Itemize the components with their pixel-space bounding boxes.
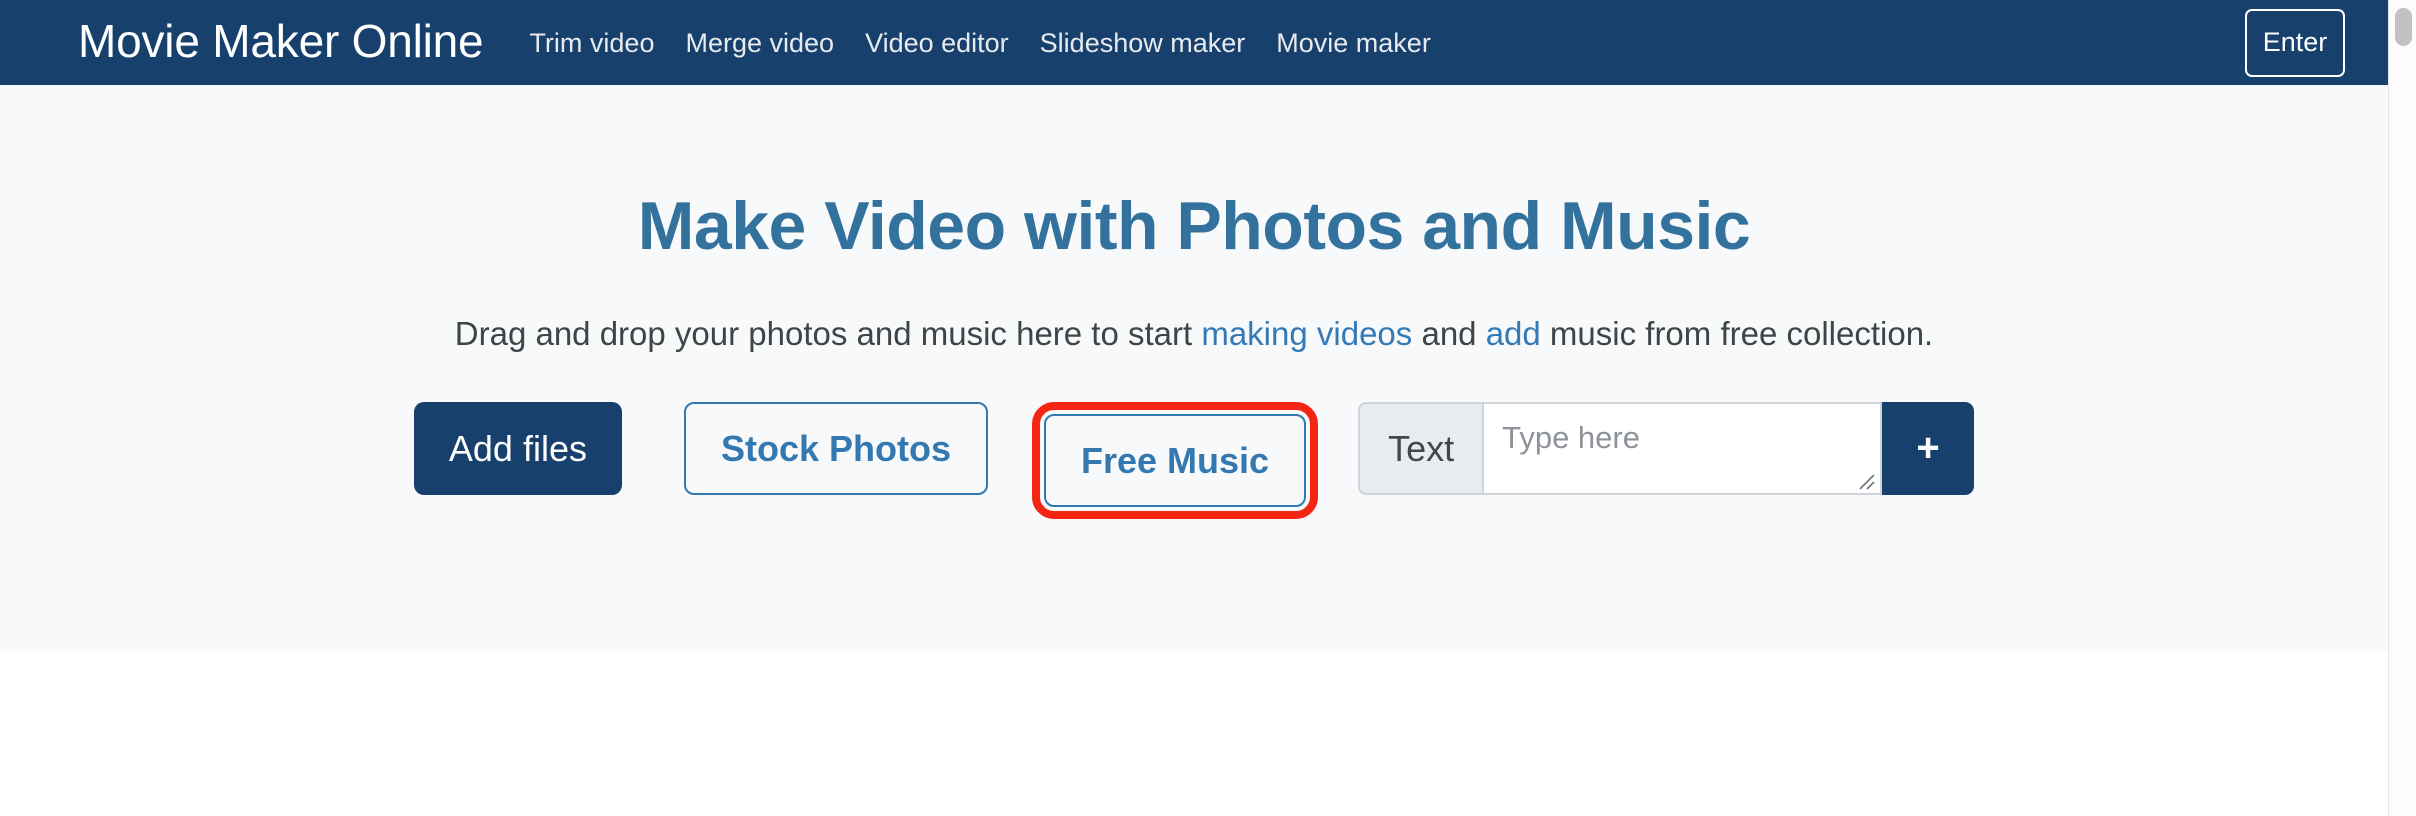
action-button-row: Add files Stock Photos Free Music Text T…: [0, 402, 2388, 522]
nav-item-slideshow-maker[interactable]: Slideshow maker: [1040, 29, 1246, 57]
stock-photos-button[interactable]: Stock Photos: [683, 402, 988, 495]
nav-item-video-editor[interactable]: Video editor: [865, 29, 1009, 57]
vertical-scrollbar[interactable]: [2388, 0, 2416, 816]
nav-item-trim-video[interactable]: Trim video: [529, 29, 654, 57]
add-text-button[interactable]: +: [1882, 402, 1975, 495]
page-title: Make Video with Photos and Music: [637, 188, 1751, 264]
site-brand-logo[interactable]: Movie Maker Online: [78, 18, 484, 64]
making-videos-link[interactable]: making videos: [1201, 315, 1412, 352]
scrollbar-thumb[interactable]: [2395, 8, 2412, 46]
stock-photos-wrapper: Stock Photos: [683, 402, 988, 495]
nav-item-movie-maker[interactable]: Movie maker: [1276, 29, 1431, 57]
hero-section: Make Video with Photos and Music Drag an…: [0, 85, 2388, 651]
add-files-wrapper: Add files: [413, 402, 622, 495]
add-files-button[interactable]: Add files: [413, 402, 622, 495]
primary-nav: Trim video Merge video Video editor Slid…: [529, 29, 1431, 57]
free-music-button[interactable]: Free Music: [1044, 414, 1307, 507]
text-input-holder: [1482, 402, 1883, 495]
text-input-label: Text: [1358, 402, 1483, 495]
hero-subtitle: Drag and drop your photos and music here…: [0, 260, 2388, 350]
subtitle-text-part-1: Drag and drop your photos and music here…: [454, 315, 1202, 352]
page-viewport: Movie Maker Online Trim video Merge vide…: [0, 0, 2388, 816]
subtitle-text-part-3: music from free collection.: [1540, 315, 1934, 352]
text-input-group: Text +: [1358, 402, 1975, 495]
add-music-link[interactable]: add: [1486, 315, 1541, 352]
free-music-wrapper: Free Music: [1032, 402, 1319, 519]
enter-button[interactable]: Enter: [2245, 8, 2345, 77]
top-navigation-bar: Movie Maker Online Trim video Merge vide…: [0, 0, 2388, 85]
text-input[interactable]: [1482, 402, 1883, 495]
nav-item-merge-video[interactable]: Merge video: [685, 29, 834, 57]
subtitle-text-part-2: and: [1412, 315, 1486, 352]
